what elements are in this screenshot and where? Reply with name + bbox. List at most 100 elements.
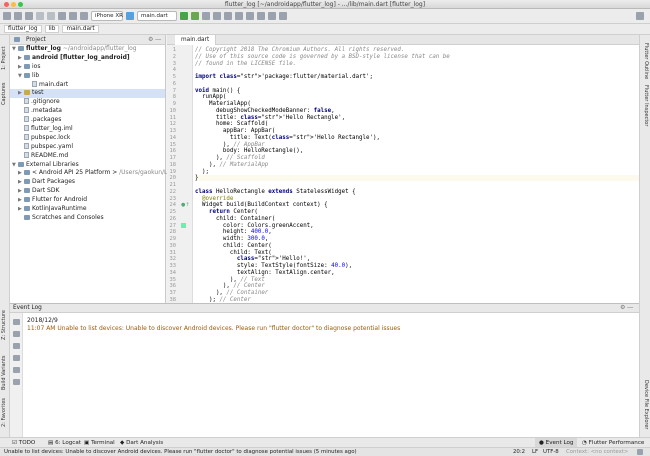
override-marker-icon[interactable]: ●↑ — [181, 202, 190, 208]
file-encoding[interactable]: UTF-8 — [543, 448, 559, 456]
code-line: } — [195, 175, 639, 182]
library-icon — [24, 197, 30, 203]
folder-icon — [24, 63, 30, 69]
attach-icon[interactable] — [202, 12, 210, 20]
tree-item[interactable]: ▶ test — [10, 89, 165, 99]
line-separator[interactable]: LF — [532, 448, 538, 456]
close-window-button[interactable] — [4, 2, 9, 7]
tree-item[interactable]: ▶ Dart SDK — [10, 187, 165, 196]
forward-icon[interactable] — [69, 12, 77, 20]
tool-tab-captures[interactable]: Captures — [1, 83, 7, 106]
event-notification-icon[interactable] — [637, 449, 643, 455]
file-icon — [24, 133, 29, 140]
open-folder-icon[interactable] — [3, 12, 11, 20]
tree-item[interactable]: main.dart — [10, 80, 165, 90]
code-line: ), // AppBar — [195, 141, 265, 148]
tree-item[interactable]: ▼ flutter_log ~/androidapp/flutter_log — [10, 45, 165, 54]
soft-wrap-icon[interactable] — [13, 319, 20, 325]
tree-item[interactable]: .gitignore — [10, 98, 165, 107]
tool-tab-flutter-outline[interactable]: Flutter Outline — [643, 43, 649, 79]
code-editor[interactable]: // Copyright 2018 The Chromium Authors. … — [193, 45, 639, 303]
code-line: title: class="str">'Hello Rectangle', — [195, 114, 346, 121]
redo-icon[interactable] — [47, 12, 55, 20]
device-icon — [80, 12, 88, 20]
event-log-body: 2018/12/9 11:07 AM Unable to list device… — [23, 313, 639, 437]
library-icon — [24, 188, 30, 194]
status-message: Unable to list devices: Unable to discov… — [4, 449, 357, 455]
file-icon — [24, 125, 29, 132]
avd-manager-icon[interactable] — [257, 12, 265, 20]
breadcrumb-project[interactable]: flutter_log — [4, 25, 42, 33]
tree-item[interactable]: flutter_log.iml — [10, 125, 165, 134]
tree-item[interactable]: Scratches and Consoles — [10, 214, 165, 223]
line-number: 24 — [169, 202, 177, 209]
tree-item[interactable]: .packages — [10, 116, 165, 125]
tree-item[interactable]: ▶ Dart Packages — [10, 178, 165, 187]
settings-gear-icon[interactable]: ⚙ ― — [620, 304, 633, 313]
back-icon[interactable] — [58, 12, 66, 20]
left-tool-strip: 1: Project Captures Z: Structure Build V… — [0, 35, 10, 437]
structure-icon[interactable] — [268, 12, 276, 20]
event-entry: 11:07 AM Unable to list devices: Unable … — [27, 325, 400, 332]
tool-tab-favorites[interactable]: 2: Favorites — [1, 398, 7, 427]
tree-item[interactable]: ▶ KotlinJavaRuntime — [10, 205, 165, 214]
save-icon[interactable] — [14, 12, 22, 20]
tool-tab-device-file-explorer[interactable]: Device File Explorer — [643, 380, 649, 429]
event-log-title: Event Log — [13, 305, 42, 311]
tool-tab-flutter-inspector[interactable]: Flutter Inspector — [643, 85, 649, 126]
tree-item[interactable]: ▶ Flutter for Android — [10, 196, 165, 205]
layout-inspector-icon[interactable] — [279, 12, 287, 20]
tree-item[interactable]: .metadata — [10, 107, 165, 116]
run-config-selector[interactable]: main.dart — [137, 11, 177, 21]
tree-item[interactable]: ▼ lib — [10, 72, 165, 81]
sync-icon[interactable] — [25, 12, 33, 20]
color-swatch-icon — [181, 223, 186, 228]
stop-icon[interactable] — [224, 12, 232, 20]
tool-tab-build-variants[interactable]: Build Variants — [1, 356, 7, 390]
clear-icon[interactable] — [13, 379, 20, 385]
tree-item[interactable]: ▶ ios — [10, 63, 165, 72]
breadcrumb-file[interactable]: main.dart — [62, 25, 99, 33]
tree-item[interactable]: README.md — [10, 151, 165, 161]
tool-tab-structure[interactable]: Z: Structure — [1, 310, 7, 340]
tree-item[interactable]: ▶ < Android API 25 Platform > /Users/gaok… — [10, 169, 173, 178]
maximize-window-button[interactable] — [18, 2, 23, 7]
hot-reload-icon[interactable] — [213, 12, 221, 20]
code-line: width: 300.0, — [195, 236, 269, 242]
settings-gear-icon[interactable]: ⚙ ― — [148, 35, 161, 44]
bottom-tool-bar: ☑ TODO ▤ 6: Logcat ▣ Terminal ◆ Dart Ana… — [0, 437, 650, 448]
project-view-selector[interactable]: Project — [26, 35, 46, 44]
undo-icon[interactable] — [36, 12, 44, 20]
editor-tab-main-dart[interactable]: main.dart — [175, 35, 217, 45]
breadcrumb-lib[interactable]: lib — [44, 25, 60, 33]
code-line: child: Text( — [195, 249, 272, 256]
search-icon[interactable] — [636, 12, 644, 20]
settings-icon[interactable] — [13, 367, 20, 373]
context-indicator: Context: <no context> — [566, 449, 629, 455]
code-line: MaterialApp( — [195, 101, 251, 107]
tree-item[interactable]: pubspec.yaml — [10, 142, 165, 152]
tool-tab-project[interactable]: 1: Project — [1, 46, 7, 70]
line-number: 8 — [172, 94, 176, 101]
line-number: 12 — [169, 121, 177, 128]
sdk-manager-icon[interactable] — [246, 12, 254, 20]
run-icon[interactable] — [180, 12, 188, 20]
editor-tab-bar: main.dart — [167, 35, 639, 45]
code-line: Widget build(BuildContext context) { — [195, 202, 328, 209]
tree-item[interactable]: ▼ External Libraries — [10, 161, 165, 170]
code-line: import class="str">'package:flutter/mate… — [195, 74, 374, 80]
mark-read-icon[interactable] — [13, 355, 20, 361]
print-icon[interactable] — [13, 343, 20, 349]
right-tool-strip: Flutter Outline Flutter Inspector Device… — [639, 35, 650, 437]
code-line: body: HelloRectangle(), — [195, 148, 304, 155]
folder-icon — [14, 37, 20, 42]
caret-position[interactable]: 20:2 — [513, 448, 525, 456]
scroll-to-end-icon[interactable] — [13, 331, 20, 337]
tree-item[interactable]: ▶ android [flutter_log_android] — [10, 54, 165, 63]
tree-item[interactable]: pubspec.lock — [10, 133, 165, 143]
line-number: 36 — [169, 283, 177, 290]
debug-icon[interactable] — [191, 12, 199, 20]
device-selector[interactable]: iPhone XR — [91, 11, 123, 21]
minimize-window-button[interactable] — [11, 2, 16, 7]
gradle-icon[interactable] — [235, 12, 243, 20]
